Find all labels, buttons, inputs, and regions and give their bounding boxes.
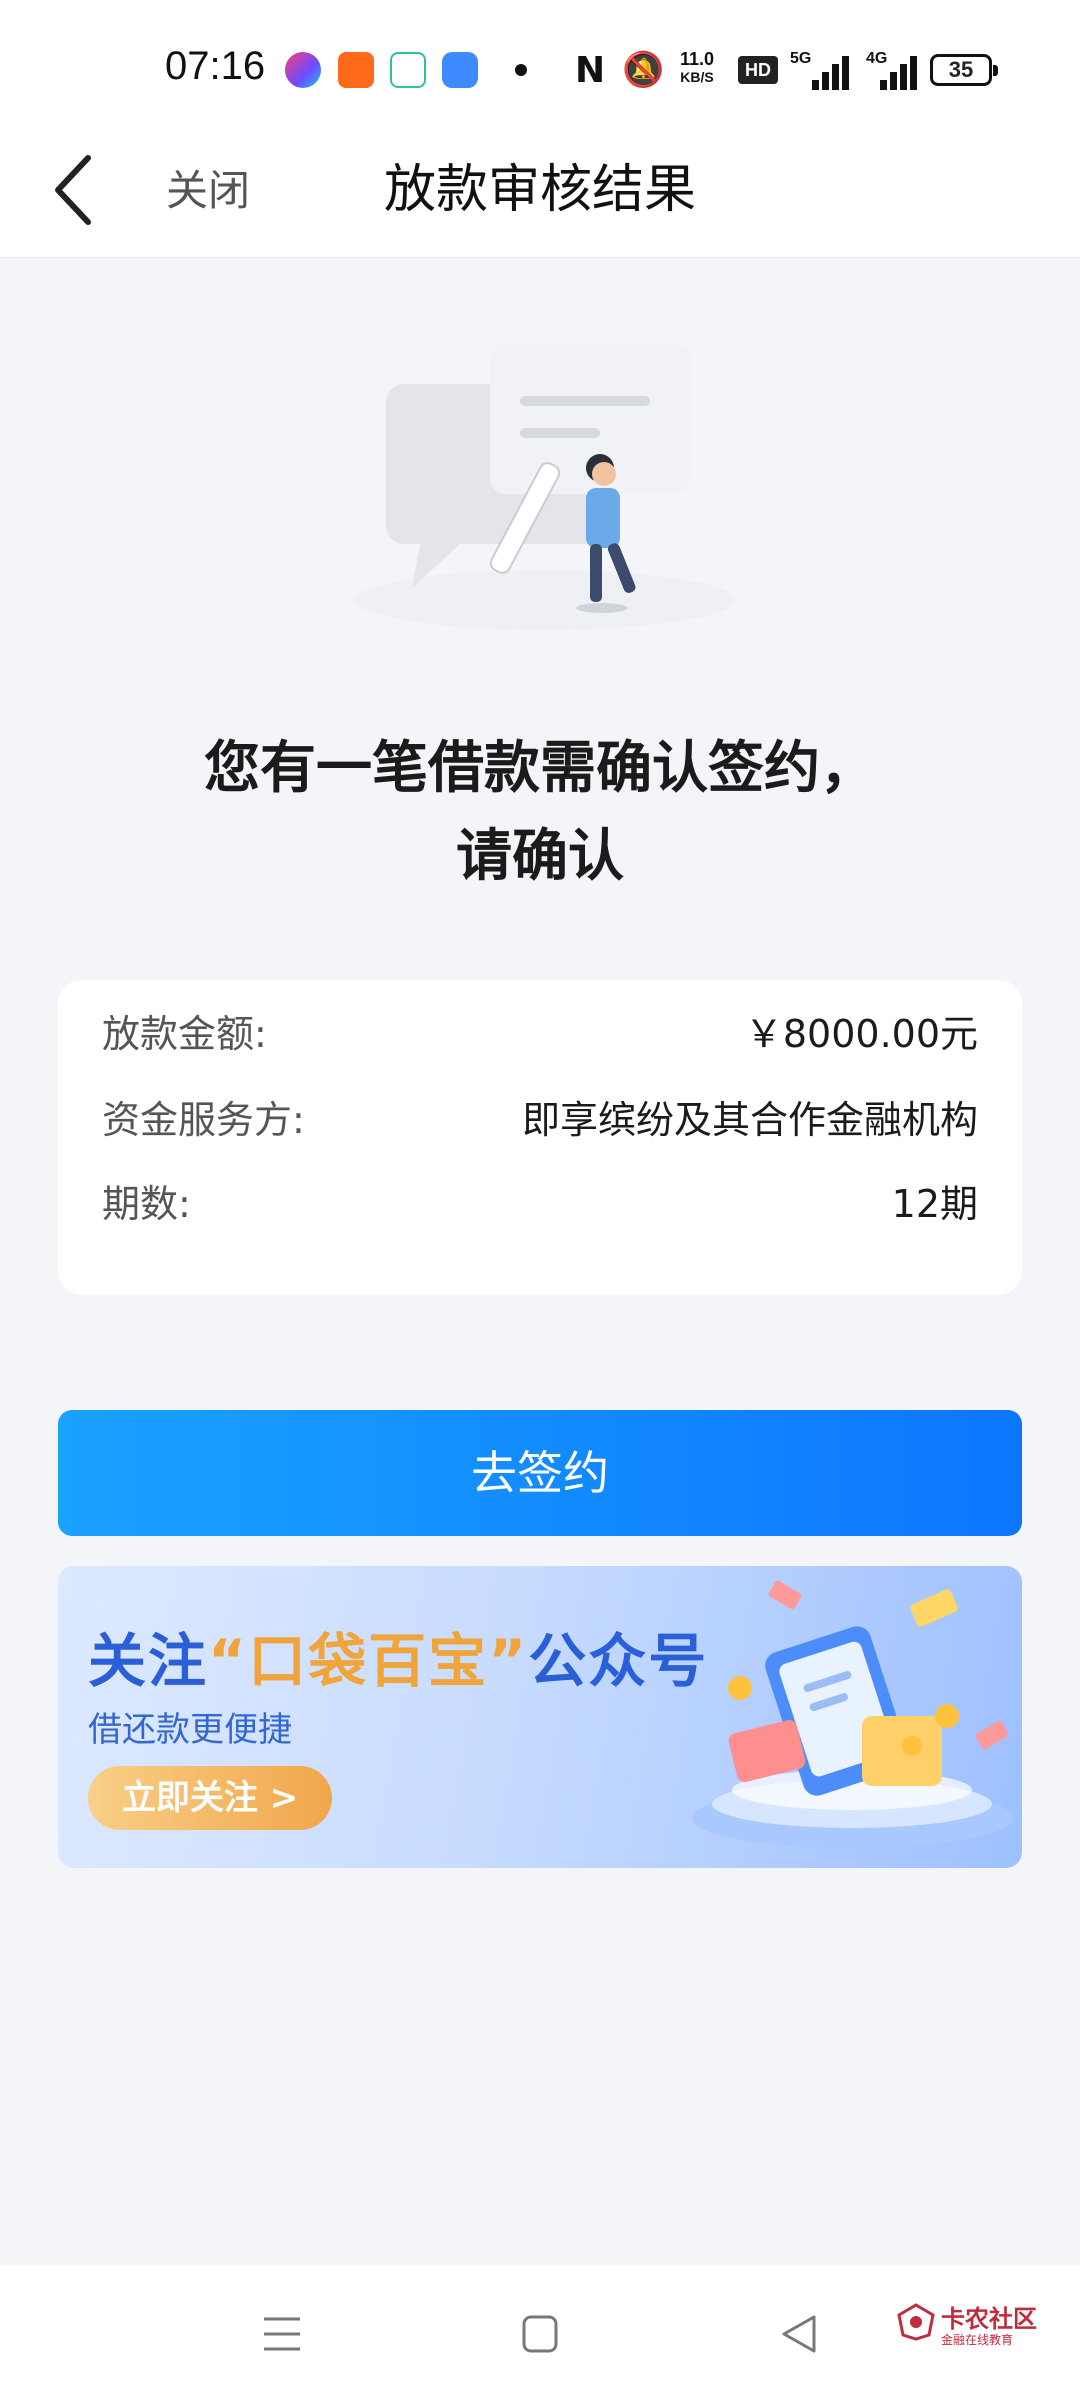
watermark-name: 卡农社区 — [941, 2305, 1037, 2333]
home-icon[interactable] — [510, 2309, 570, 2359]
fund-provider-row: 资金服务方: 即享缤纷及其合作金融机构 — [102, 1090, 978, 1150]
banner-subtitle: 借还款更便捷 — [88, 1710, 292, 1750]
app-notification-icon — [442, 52, 478, 88]
signing-illustration — [355, 344, 735, 630]
menu-icon[interactable] — [252, 2309, 312, 2359]
loan-amount-row: 放款金额: ￥8000.00元 — [102, 1004, 978, 1064]
signal-5g-icon: 5G — [790, 50, 850, 90]
kanong-logo-icon — [897, 2303, 935, 2341]
phone-coins-illustration — [692, 1580, 1012, 1848]
loan-info-card: 放款金额: ￥8000.00元 资金服务方: 即享缤纷及其合作金融机构 期数: … — [58, 980, 1022, 1295]
follow-now-button[interactable]: 立即关注 > — [88, 1766, 332, 1830]
loan-amount-label: 放款金额: — [102, 1012, 267, 1056]
watermark-subtitle: 金融在线教育 — [941, 2333, 1014, 2347]
watermark: 卡农社区 金融在线教育 — [895, 2297, 1065, 2357]
installments-row: 期数: 12期 — [102, 1174, 978, 1234]
banner-title-prefix: 关注 — [88, 1627, 209, 1695]
confirm-message-line1: 您有一笔借款需确认签约， — [204, 736, 876, 801]
sign-button[interactable]: 去签约 — [58, 1410, 1022, 1536]
nfc-icon: N — [575, 50, 606, 91]
status-time: 07:16 — [165, 44, 266, 88]
banner-title: 关注“口袋百宝”公众号 — [88, 1614, 708, 1698]
back-triangle-icon[interactable] — [770, 2309, 830, 2359]
installments-value: 12期 — [891, 1182, 978, 1226]
system-navigation-bar: 卡农社区 金融在线教育 — [0, 2265, 1080, 2400]
banner-title-highlight: “口袋百宝” — [208, 1627, 529, 1695]
more-notifications-dot-icon — [515, 64, 527, 76]
signal-5g-label: 5G — [790, 50, 812, 67]
loan-amount-value: ￥8000.00元 — [744, 1012, 978, 1056]
app-notification-icon — [390, 52, 426, 88]
network-speed: 11.0 KB/S — [672, 50, 722, 86]
installments-label: 期数: — [102, 1182, 191, 1226]
fund-provider-value: 即享缤纷及其合作金融机构 — [521, 1098, 978, 1142]
signal-4g-icon: 4G — [866, 50, 926, 90]
network-speed-unit: KB/S — [680, 69, 714, 85]
signal-4g-label: 4G — [866, 50, 888, 67]
nav-header: 关闭 放款审核结果 — [0, 130, 1080, 258]
hd-voice-icon: HD — [738, 56, 778, 84]
confirm-message-line2: 请确认 — [456, 824, 624, 889]
app-notification-icon — [285, 52, 321, 88]
confirm-message: 您有一笔借款需确认签约， 请确认 — [0, 725, 1080, 901]
follow-account-banner[interactable]: 关注“口袋百宝”公众号 借还款更便捷 立即关注 > — [58, 1566, 1022, 1868]
app-notification-icon — [338, 52, 374, 88]
mute-bell-icon: 🔕 — [622, 50, 665, 90]
status-bar: 07:16 N 🔕 11.0 KB/S HD 5G 4G 35 — [0, 0, 1080, 130]
battery-icon: 35 — [930, 54, 998, 86]
network-speed-value: 11.0 — [679, 49, 715, 69]
page-title: 放款审核结果 — [383, 160, 696, 220]
fund-provider-label: 资金服务方: — [102, 1098, 305, 1142]
